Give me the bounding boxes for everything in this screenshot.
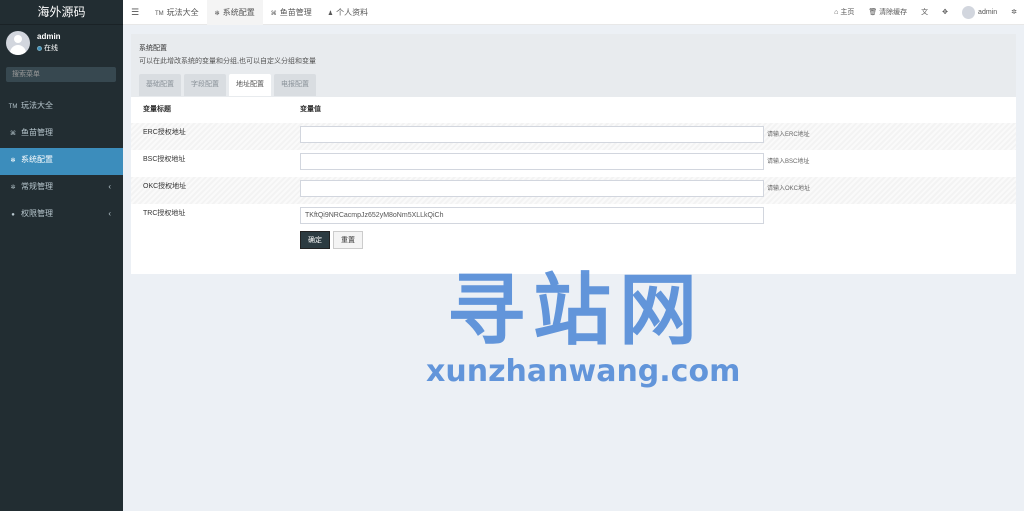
bsc-address-input[interactable] [300, 153, 764, 170]
confirm-button[interactable]: 确定 [300, 231, 330, 249]
tab-field-config[interactable]: 字段配置 [184, 74, 226, 96]
sidebar-item-label: 玩法大全 [21, 101, 53, 110]
sidebar-item-system-config[interactable]: ✻ 系统配置 [0, 148, 123, 175]
watermark-cn: 寻站网 [446, 266, 705, 356]
tab-fish[interactable]: ⌘ 鱼苗管理 [263, 0, 320, 25]
settings-gear-icon[interactable]: ✲ [1004, 0, 1024, 25]
sidebar-item-label: 常规管理 [21, 182, 53, 191]
tab-system-config[interactable]: ✻ 系统配置 [206, 0, 263, 25]
group-icon: ● [11, 212, 15, 218]
table-row: ERC授权地址 请输入ERC地址 [131, 123, 1016, 150]
avatar [962, 5, 976, 19]
config-panel: 系统配置 可以在此增改系统的变量和分组,也可以自定义分组和变量 基础配置 字段配… [131, 34, 1016, 274]
user-status-label: 在线 [44, 45, 58, 52]
menu-toggle-icon[interactable]: ☰ [131, 0, 139, 25]
nav-username: admin [978, 9, 998, 16]
fish-icon: ⌘ [270, 11, 277, 17]
tm-icon: TM [8, 104, 18, 110]
row-label: ERC授权地址 [143, 129, 186, 136]
home-label: 主页 [840, 9, 855, 16]
sidebar: 海外源码 admin 在线 搜索菜单 TM 玩法大全 ⌘ 鱼苗管理 ✻ 系统配置 ✲ 常… [0, 0, 123, 511]
tab-address-config[interactable]: 地址配置 [229, 74, 271, 96]
clear-cache-label: 清除缓存 [879, 9, 908, 16]
sidebar-item-permissions[interactable]: ● 权限管理 ‹ [0, 202, 123, 229]
sidebar-search-input[interactable]: 搜索菜单 [6, 67, 116, 82]
tab-basic-config[interactable]: 基础配置 [139, 74, 181, 96]
tab-label: 鱼苗管理 [279, 8, 312, 17]
nav-tabs: TM 玩法大全 ✻ 系统配置 ⌘ 鱼苗管理 ♟ 个人资料 [147, 0, 376, 25]
trc-address-input[interactable]: TKftQi9NRCacmpJz652yM8oNm5XLLkQiCh [300, 207, 764, 224]
form-actions: 确定 重置 [131, 231, 1016, 258]
table-header: 变量标题 变量值 [131, 97, 1016, 123]
fish-icon: ⌘ [10, 131, 16, 137]
col-value-header: 变量值 [300, 106, 321, 113]
user-icon: ♟ [327, 11, 334, 17]
sidebar-menu: TM 玩法大全 ⌘ 鱼苗管理 ✻ 系统配置 ✲ 常规管理 ‹ ● 权限管理 ‹ [0, 94, 123, 229]
cogs-icon: ✲ [10, 185, 16, 191]
watermark: 寻站网 xunzhanwang.com [426, 266, 741, 390]
sidebar-item-label: 鱼苗管理 [21, 128, 53, 137]
row-label: OKC授权地址 [143, 183, 187, 190]
page-description: 可以在此增改系统的变量和分组,也可以自定义分组和变量 [139, 58, 316, 65]
reset-button[interactable]: 重置 [333, 231, 363, 249]
gear-icon: ✻ [10, 158, 16, 164]
top-navbar: ☰ TM 玩法大全 ✻ 系统配置 ⌘ 鱼苗管理 ♟ 个人资料 ⌂ 主页 🗑 清除缓存 文… [123, 0, 1024, 25]
clear-cache-button[interactable]: 🗑 清除缓存 [861, 0, 914, 25]
sidebar-item-label: 系统配置 [21, 155, 53, 164]
row-hint: 请输入OKC地址 [767, 186, 811, 192]
panel-header: 系统配置 可以在此增改系统的变量和分组,也可以自定义分组和变量 基础配置 字段配… [131, 34, 1016, 97]
sidebar-item-gameplay[interactable]: TM 玩法大全 [0, 94, 123, 121]
sidebar-item-label: 权限管理 [21, 209, 53, 218]
col-title-header: 变量标题 [143, 106, 171, 113]
avatar [6, 31, 30, 55]
tab-telegram-config[interactable]: 电报配置 [274, 74, 316, 96]
okc-address-input[interactable] [300, 180, 764, 197]
nav-right: ⌂ 主页 🗑 清除缓存 文 ✥ admin ✲ [827, 0, 1024, 25]
online-dot-icon [37, 45, 42, 51]
erc-address-input[interactable] [300, 126, 764, 143]
config-table: 变量标题 变量值 ERC授权地址 请输入ERC地址 BSC授权地址 请输入BSC… [131, 97, 1016, 258]
gear-icon: ✻ [214, 11, 220, 17]
tab-label: 个人资料 [336, 8, 369, 17]
tab-profile[interactable]: ♟ 个人资料 [320, 0, 376, 25]
config-subtabs: 基础配置 字段配置 地址配置 电报配置 [139, 74, 319, 96]
table-row: TRC授权地址 TKftQi9NRCacmpJz652yM8oNm5XLLkQi… [131, 204, 1016, 231]
page-title: 系统配置 [139, 45, 167, 52]
user-menu[interactable]: admin [955, 0, 1004, 25]
row-hint: 请输入ERC地址 [767, 132, 810, 138]
table-row: OKC授权地址 请输入OKC地址 [131, 177, 1016, 204]
app-title[interactable]: 海外源码 [0, 0, 123, 25]
row-hint: 请输入BSC地址 [767, 159, 810, 165]
fullscreen-icon[interactable]: ✥ [935, 0, 955, 25]
user-status: 在线 [37, 43, 58, 53]
tab-gameplay[interactable]: TM 玩法大全 [147, 0, 207, 25]
home-link[interactable]: ⌂ 主页 [827, 0, 861, 25]
tm-icon: TM [155, 11, 164, 17]
home-icon: ⌂ [834, 9, 839, 16]
table-row: BSC授权地址 请输入BSC地址 [131, 150, 1016, 177]
user-name: admin [37, 32, 61, 41]
row-label: TRC授权地址 [143, 210, 186, 217]
user-panel: admin 在线 [0, 25, 123, 63]
row-label: BSC授权地址 [143, 156, 186, 163]
tab-label: 玩法大全 [166, 8, 199, 17]
watermark-en: xunzhanwang.com [426, 354, 741, 389]
trash-icon: 🗑 [868, 9, 878, 16]
chevron-left-icon: ‹ [108, 182, 111, 191]
button-group: 确定 重置 [300, 231, 366, 249]
chevron-left-icon: ‹ [108, 209, 111, 218]
sidebar-item-general[interactable]: ✲ 常规管理 ‹ [0, 175, 123, 202]
language-icon[interactable]: 文 [914, 0, 935, 25]
tab-label: 系统配置 [222, 8, 255, 17]
sidebar-item-fish[interactable]: ⌘ 鱼苗管理 [0, 121, 123, 148]
